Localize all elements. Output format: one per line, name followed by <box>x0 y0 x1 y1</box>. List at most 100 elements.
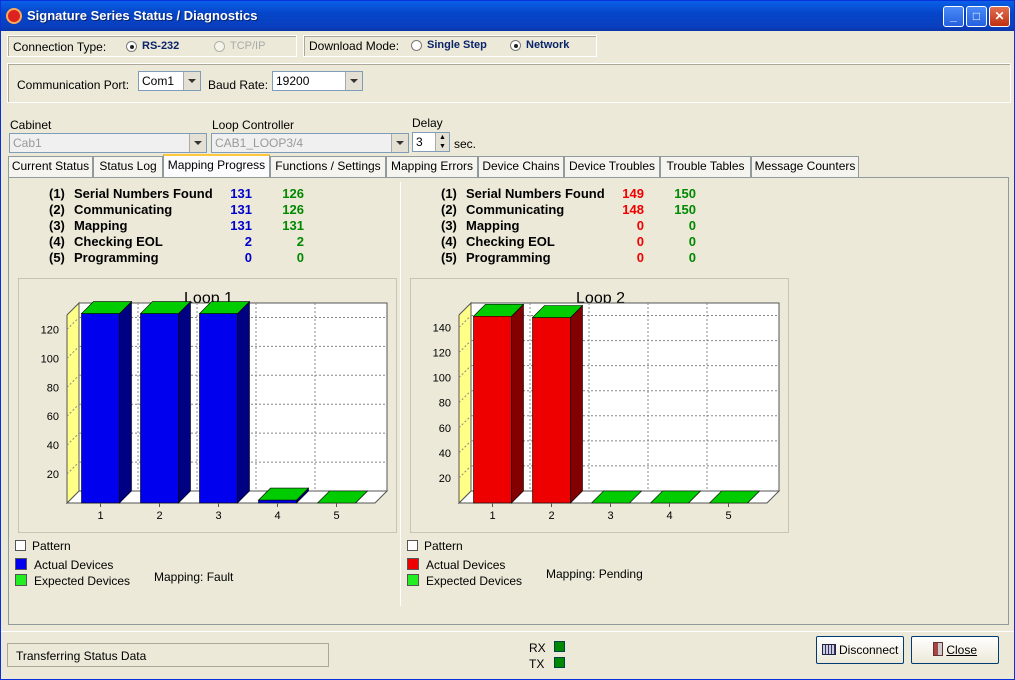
rx-label: RX <box>529 641 546 655</box>
footer-divider <box>1 631 1014 632</box>
loop2-expected-label: Expected Devices <box>426 574 523 588</box>
stat-expected-value: 150 <box>674 186 696 201</box>
x-tick-label: 2 <box>548 510 554 522</box>
stat-actual-value: 148 <box>622 202 644 217</box>
chevron-down-icon[interactable] <box>345 72 362 90</box>
stat-label: Checking EOL <box>466 234 555 249</box>
loop2-pattern-checkbox[interactable] <box>407 540 418 551</box>
bar-front <box>473 315 512 504</box>
bar-side <box>237 300 250 504</box>
panel-divider <box>400 182 401 606</box>
minimize-button[interactable]: _ <box>943 6 964 27</box>
y-tick-label: 80 <box>47 382 59 394</box>
y-tick-label: 60 <box>47 411 59 423</box>
stat-expected-value: 131 <box>282 218 304 233</box>
close-button[interactable]: Close <box>911 636 999 664</box>
y-tick-label: 120 <box>41 324 59 336</box>
main-window: Signature Series Status / Diagnostics _ … <box>0 0 1015 680</box>
stat-expected-value: 0 <box>688 250 696 265</box>
stat-label: Programming <box>466 250 551 265</box>
tab-functions-settings[interactable]: Functions / Settings <box>270 156 386 177</box>
stat-label: Serial Numbers Found <box>74 186 213 201</box>
loop1-pattern-checkbox[interactable] <box>15 540 26 551</box>
loop1-actual-swatch <box>15 558 27 570</box>
mapping-progress-panel: (1) Serial Numbers Found 131 126 (2) Communic… <box>8 177 1009 625</box>
single-step-label: Single Step <box>427 39 487 51</box>
x-tick-label: 4 <box>666 510 672 522</box>
stat-number: (3) <box>441 218 457 233</box>
stat-expected-value: 0 <box>688 218 696 233</box>
y-tick-label: 20 <box>47 469 59 481</box>
stat-label: Communicating <box>466 202 565 217</box>
delay-unit: sec. <box>454 137 477 151</box>
loop-controller-select[interactable]: CAB1_LOOP3/4 <box>211 133 409 153</box>
single-step-radio[interactable] <box>411 40 422 51</box>
tab-message-counters[interactable]: Message Counters <box>751 156 859 177</box>
tab-mapping-errors[interactable]: Mapping Errors <box>386 156 478 177</box>
tab-device-chains[interactable]: Device Chains <box>478 156 564 177</box>
loop2-chart-svg: 20 40 60 80 100 120 140 1 2 3 4 5 <box>433 301 781 522</box>
comm-port-value: Com1 <box>142 74 175 88</box>
network-radio[interactable] <box>510 40 521 51</box>
rx-indicator <box>554 641 565 652</box>
close-window-button[interactable]: ✕ <box>989 6 1010 27</box>
stat-expected-value: 126 <box>282 186 304 201</box>
download-mode-group: Download Mode: Single Step Network <box>303 35 597 57</box>
stat-number: (4) <box>49 234 65 249</box>
tab-status-log[interactable]: Status Log <box>93 156 163 177</box>
chevron-down-icon[interactable] <box>183 72 200 90</box>
y-tick-label: 40 <box>47 440 59 452</box>
cabinet-label: Cabinet <box>10 118 52 132</box>
tx-indicator <box>554 657 565 668</box>
rs232-label: RS-232 <box>142 40 180 52</box>
comm-port-label: Communication Port: <box>17 78 130 92</box>
spinner-arrows-icon[interactable]: ▲ ▼ <box>435 133 449 151</box>
loop1-mapping-status: Mapping: Fault <box>154 570 234 584</box>
connection-type-label: Connection Type: <box>13 40 107 54</box>
tab-current-status[interactable]: Current Status <box>8 156 93 177</box>
bar-front <box>258 499 297 504</box>
bar-front <box>81 313 120 504</box>
disconnect-button[interactable]: Disconnect <box>816 636 904 664</box>
delay-spinner[interactable]: 3 ▲ ▼ <box>412 132 450 152</box>
x-tick-label: 3 <box>607 510 613 522</box>
y-tick-label: 100 <box>41 353 59 365</box>
loop2-expected-swatch <box>407 574 419 586</box>
bar-front <box>140 313 179 504</box>
chevron-down-icon[interactable] <box>189 134 206 152</box>
cabinet-value: Cab1 <box>13 136 42 150</box>
baud-rate-select[interactable]: 19200 <box>272 71 363 91</box>
stat-number: (3) <box>49 218 65 233</box>
stat-number: (2) <box>441 202 457 217</box>
loop2-mapping-status: Mapping: Pending <box>546 567 643 581</box>
tx-label: TX <box>529 657 545 671</box>
x-tick-label: 5 <box>725 510 731 522</box>
stat-actual-value: 0 <box>636 234 644 249</box>
stat-actual-value: 149 <box>622 186 644 201</box>
loop1-actual-label: Actual Devices <box>34 558 114 572</box>
stat-label: Mapping <box>74 218 128 233</box>
baud-rate-label: Baud Rate: <box>208 78 269 92</box>
baud-rate-value: 19200 <box>276 74 310 88</box>
rs232-radio[interactable] <box>126 41 137 52</box>
tcpip-label: TCP/IP <box>230 40 266 52</box>
stat-number: (4) <box>441 234 457 249</box>
stat-expected-value: 2 <box>296 234 304 249</box>
stat-label: Checking EOL <box>74 234 163 249</box>
tab-device-troubles[interactable]: Device Troubles <box>564 156 660 177</box>
tcpip-radio[interactable] <box>214 41 225 52</box>
maximize-button[interactable]: □ <box>966 6 987 27</box>
download-mode-label: Download Mode: <box>309 39 400 53</box>
tab-mapping-progress[interactable]: Mapping Progress <box>163 154 270 177</box>
status-text: Transferring Status Data <box>16 649 147 663</box>
comm-port-select[interactable]: Com1 <box>138 71 201 91</box>
tab-trouble-tables[interactable]: Trouble Tables <box>660 156 751 177</box>
window-title: Signature Series Status / Diagnostics <box>27 8 258 23</box>
stat-number: (5) <box>49 250 65 265</box>
x-tick-label: 3 <box>215 510 221 522</box>
x-tick-label: 1 <box>489 510 495 522</box>
cabinet-select[interactable]: Cab1 <box>9 133 207 153</box>
stat-expected-value: 150 <box>674 202 696 217</box>
chevron-down-icon[interactable] <box>391 134 408 152</box>
bar-front <box>532 317 571 504</box>
